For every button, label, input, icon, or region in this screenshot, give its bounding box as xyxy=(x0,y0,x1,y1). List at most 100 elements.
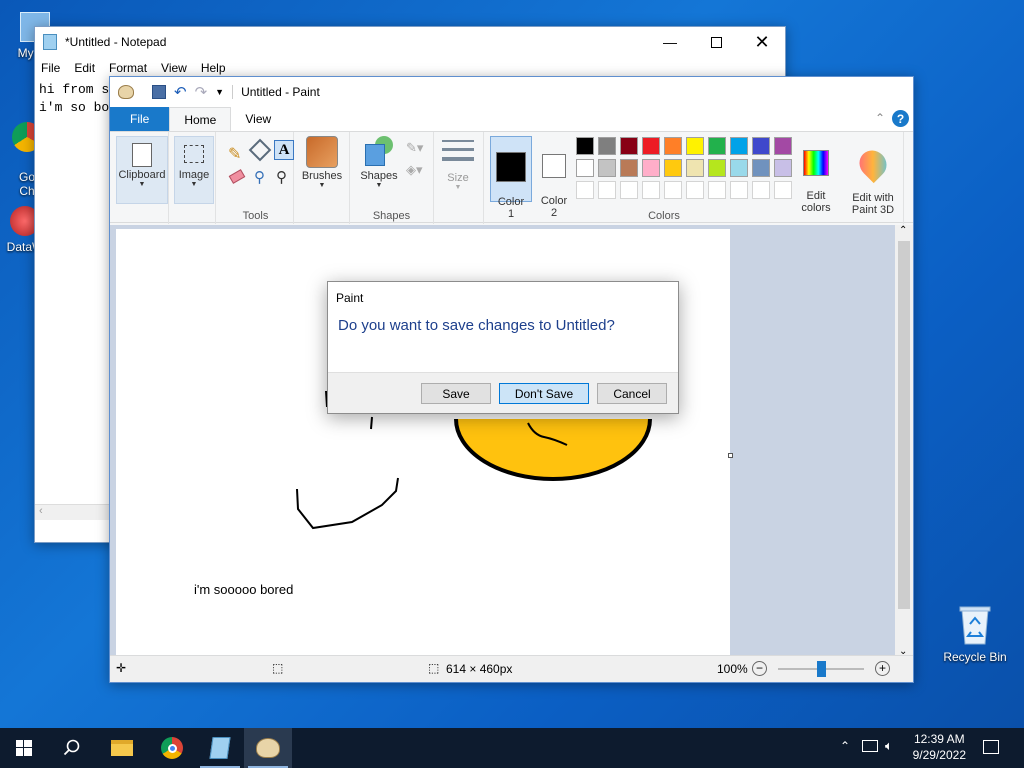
taskbar-notepad[interactable] xyxy=(196,728,244,768)
image-group: Image ▼ xyxy=(172,132,216,224)
taskbar-clock[interactable]: 12:39 AM 9/29/2022 xyxy=(913,731,966,763)
palette-swatch[interactable] xyxy=(576,137,594,155)
desktop-icon-recycle-bin[interactable]: Recycle Bin xyxy=(940,604,1010,664)
undo-icon[interactable]: ↶ xyxy=(174,83,187,101)
brushes-group xyxy=(294,132,350,224)
palette-swatch[interactable] xyxy=(598,159,616,177)
custom-color-slot[interactable] xyxy=(752,181,770,199)
scroll-up-icon[interactable]: ⌃ xyxy=(899,225,907,236)
palette-swatch[interactable] xyxy=(664,137,682,155)
shapes-button[interactable]: Shapes ▼ xyxy=(356,136,402,189)
menu-file[interactable]: File xyxy=(41,61,60,75)
custom-color-slot[interactable] xyxy=(730,181,748,199)
vertical-scrollbar[interactable]: ⌃ ⌄ xyxy=(895,225,913,657)
custom-color-slot[interactable] xyxy=(686,181,704,199)
menu-help[interactable]: Help xyxy=(201,61,226,75)
zoom-slider-thumb[interactable] xyxy=(817,661,826,677)
palette-swatch[interactable] xyxy=(708,159,726,177)
scrollbar-thumb[interactable] xyxy=(898,241,910,609)
tab-home[interactable]: Home xyxy=(169,107,232,131)
palette-swatch[interactable] xyxy=(620,137,638,155)
menu-format[interactable]: Format xyxy=(109,61,147,75)
cancel-button[interactable]: Cancel xyxy=(597,383,667,404)
tab-file[interactable]: File xyxy=(110,107,170,131)
image-label: Image xyxy=(178,169,210,181)
custom-color-slot[interactable] xyxy=(708,181,726,199)
taskbar-paint[interactable] xyxy=(244,728,292,768)
save-icon[interactable] xyxy=(152,85,166,99)
search-button[interactable] xyxy=(48,728,96,768)
show-hidden-icons-icon[interactable]: ⌃ xyxy=(840,739,850,753)
palette-swatch[interactable] xyxy=(642,159,660,177)
maximize-button[interactable] xyxy=(693,27,739,57)
custom-color-slot[interactable] xyxy=(664,181,682,199)
save-changes-dialog[interactable]: Paint Do you want to save changes to Unt… xyxy=(327,281,679,414)
notepad-icon xyxy=(209,737,231,759)
clock-time: 12:39 AM xyxy=(913,732,965,746)
paint3d-icon xyxy=(853,144,893,184)
desktop-icon-label: Go Ch xyxy=(18,170,35,198)
save-button[interactable]: Save xyxy=(421,383,491,404)
taskbar-chrome[interactable] xyxy=(148,728,196,768)
custom-color-slot[interactable] xyxy=(774,181,792,199)
outline-icon[interactable]: ✎▾ xyxy=(406,140,423,156)
edit-with-paint3d-button[interactable]: Edit with Paint 3D xyxy=(846,138,900,228)
canvas-resize-handle[interactable] xyxy=(728,453,733,458)
fill-shape-icon[interactable]: ◈▾ xyxy=(406,162,423,178)
zoom-out-button[interactable]: − xyxy=(752,661,767,676)
pencil-icon[interactable]: ✎ xyxy=(228,144,241,164)
eraser-icon[interactable] xyxy=(228,169,246,184)
palette-swatch[interactable] xyxy=(686,159,704,177)
redo-icon[interactable]: ↷ xyxy=(195,83,208,101)
palette-swatch[interactable] xyxy=(730,159,748,177)
image-button[interactable]: Image ▼ xyxy=(174,136,214,204)
tab-view[interactable]: View xyxy=(231,107,285,131)
palette-swatch[interactable] xyxy=(774,137,792,155)
palette-swatch[interactable] xyxy=(664,159,682,177)
palette-swatch[interactable] xyxy=(598,137,616,155)
minimize-button[interactable]: — xyxy=(647,27,693,57)
network-icon[interactable] xyxy=(862,740,878,752)
palette-swatch[interactable] xyxy=(576,159,594,177)
palette-swatch[interactable] xyxy=(642,137,660,155)
taskbar-file-explorer[interactable] xyxy=(98,728,146,768)
palette-swatch[interactable] xyxy=(620,159,638,177)
qat-dropdown-icon[interactable]: ▼ xyxy=(215,87,224,97)
custom-color-slot[interactable] xyxy=(620,181,638,199)
zoom-in-button[interactable]: + xyxy=(875,661,890,676)
chevron-down-icon: ▼ xyxy=(454,184,462,191)
fill-icon[interactable] xyxy=(248,138,272,162)
custom-color-slot[interactable] xyxy=(576,181,594,199)
color1-button[interactable]: Color 1 xyxy=(490,136,532,220)
chevron-down-icon: ▼ xyxy=(190,181,198,188)
palette-swatch[interactable] xyxy=(708,137,726,155)
notepad-horizontal-scrollbar[interactable]: ‹ xyxy=(35,504,111,520)
start-button[interactable] xyxy=(0,728,48,768)
color-wheel-icon xyxy=(803,150,829,176)
help-icon[interactable]: ? xyxy=(892,110,909,127)
palette-swatch[interactable] xyxy=(730,137,748,155)
palette-swatch[interactable] xyxy=(752,137,770,155)
close-button[interactable]: ✕ xyxy=(739,27,785,57)
palette-swatch[interactable] xyxy=(752,159,770,177)
text-icon[interactable]: A xyxy=(274,140,294,160)
paint-app-icon[interactable] xyxy=(118,85,134,99)
magnifier-icon[interactable]: ⚲ xyxy=(276,168,287,186)
notifications-icon[interactable] xyxy=(983,740,999,754)
menu-edit[interactable]: Edit xyxy=(74,61,95,75)
custom-color-slot[interactable] xyxy=(642,181,660,199)
palette-swatch[interactable] xyxy=(774,159,792,177)
collapse-ribbon-icon[interactable]: ⌃ xyxy=(875,111,885,125)
custom-color-slot[interactable] xyxy=(598,181,616,199)
select-icon xyxy=(184,145,204,163)
clipboard-button[interactable]: Clipboard ▼ xyxy=(116,136,168,204)
palette-swatch[interactable] xyxy=(686,137,704,155)
color2-button[interactable]: Color 2 xyxy=(534,136,574,219)
menu-view[interactable]: View xyxy=(161,61,187,75)
tools-group: ✎ A ⚲ ⚲ Tools xyxy=(218,132,294,224)
volume-icon[interactable]: 🔈︎ xyxy=(885,738,893,754)
size-button[interactable]: Size ▼ xyxy=(438,140,478,191)
color-picker-icon[interactable]: ⚲ xyxy=(254,168,265,186)
ribbon: Clipboard ▼ Image ▼ ✎ A ⚲ ⚲ Tools Brushe… xyxy=(110,131,913,224)
dont-save-button[interactable]: Don't Save xyxy=(499,383,589,404)
